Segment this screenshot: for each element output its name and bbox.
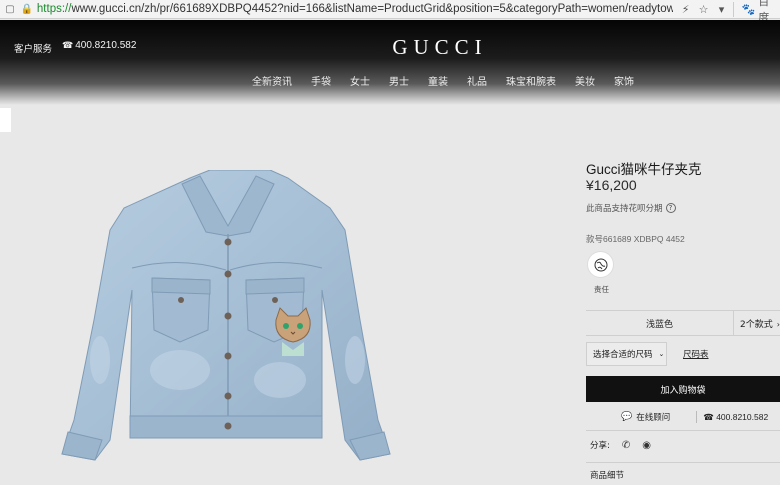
nav-item-handbags[interactable]: 手袋 (311, 73, 331, 88)
weibo-icon[interactable]: ◉ (642, 440, 651, 451)
share-label: 分享: (590, 441, 610, 451)
url-text: www.gucci.cn/zh/pr/661689XDBPQ4452?nid=1… (71, 3, 673, 15)
online-consult-link[interactable]: 💬 在线顾问 (621, 411, 670, 423)
color-selector[interactable]: 浅蓝色 2个款式 › (586, 310, 780, 336)
contact-divider (696, 411, 698, 423)
nav-item-children[interactable]: 童装 (428, 73, 448, 88)
nav-item-news[interactable]: 全新资讯 (252, 73, 292, 88)
styles-count-text: 2个款式 (740, 319, 773, 330)
online-consult-text: 在线顾问 (636, 413, 671, 423)
product-details-toggle[interactable]: 商品细节 (590, 469, 624, 481)
size-chart-link[interactable]: 尺码表 (683, 348, 709, 360)
nav-item-women[interactable]: 女士 (350, 73, 370, 88)
side-tab[interactable] (0, 108, 11, 132)
contact-row: 💬 在线顾问 ☎ 400.8210.582 (586, 409, 780, 425)
responsibility-label: 责任 (594, 285, 609, 294)
size-select-text: 选择合适的尺码 (593, 350, 653, 360)
customer-service-link[interactable]: 客户服务 (14, 41, 52, 55)
product-image-jacket[interactable] (60, 170, 395, 465)
chat-icon: 💬 (621, 412, 633, 422)
url-field[interactable]: https://www.gucci.cn/zh/pr/661689XDBPQ44… (37, 3, 673, 15)
product-sku: 款号661689 XDBPQ 4452 (586, 234, 685, 244)
add-to-bag-button[interactable]: 加入购物袋 (586, 376, 780, 402)
divider (586, 462, 780, 463)
product-price: ¥16,200 (586, 177, 637, 193)
phone-icon-small: ☎ (703, 411, 717, 422)
site-header: 客户服务 ☎ 400.8210.582 GUCCI 全新资讯 手袋 女士 男士 童… (0, 20, 780, 105)
url-scheme: https:// (36, 3, 72, 15)
chevron-right-icon: › (776, 319, 780, 329)
size-select[interactable]: 选择合适的尺码 ⌄ (586, 342, 667, 366)
header-phone-number: 400.8210.582 (75, 40, 137, 51)
globe-leaf-icon (594, 258, 607, 271)
styles-count[interactable]: 2个款式 › (734, 317, 780, 330)
share-row: 分享: ✆ ◉ (590, 439, 651, 452)
browser-address-bar: ▢ 🔒 https://www.gucci.cn/zh/pr/661689XDB… (0, 0, 780, 24)
phone-icon: ☎ (62, 40, 74, 50)
nav-item-jewelry-watches[interactable]: 珠宝和腕表 (506, 73, 556, 88)
installment-note: 此商品支持花呗分期 ? (586, 202, 676, 214)
wechat-icon[interactable]: ✆ (622, 440, 630, 451)
toolbar-divider (733, 1, 735, 17)
size-row: 选择合适的尺码 ⌄ 尺码表 (586, 342, 709, 366)
page-icon: ▢ (5, 3, 15, 15)
installment-text: 此商品支持花呗分期 (586, 204, 663, 214)
lightning-icon[interactable]: ⚡ (677, 1, 695, 18)
baidu-paw-icon: 🐾 (741, 3, 756, 16)
star-icon[interactable]: ☆ (695, 1, 713, 18)
dropdown-icon[interactable]: ▾ (713, 1, 731, 18)
header-phone[interactable]: ☎ 400.8210.582 (62, 40, 136, 51)
product-title: Gucci猫咪牛仔夹克 (586, 162, 702, 177)
nav-item-gifts[interactable]: 礼品 (467, 73, 487, 88)
contact-phone-number: 400.8210.582 (716, 411, 769, 422)
nav-item-beauty[interactable]: 美妆 (575, 73, 595, 88)
secure-lock-icon[interactable]: 🔒 (20, 2, 34, 16)
main-nav: 全新资讯 手袋 女士 男士 童装 礼品 珠宝和腕表 美妆 家饰 (252, 73, 653, 88)
help-icon[interactable]: ? (665, 203, 676, 213)
chevron-down-icon: ⌄ (658, 350, 665, 358)
nav-item-decor[interactable]: 家饰 (614, 73, 634, 88)
color-name: 浅蓝色 (586, 311, 734, 335)
contact-phone[interactable]: ☎ 400.8210.582 (703, 412, 768, 423)
nav-item-men[interactable]: 男士 (389, 73, 409, 88)
responsibility-button[interactable] (587, 251, 614, 278)
gucci-logo[interactable]: GUCCI (370, 35, 510, 60)
divider (586, 430, 780, 431)
